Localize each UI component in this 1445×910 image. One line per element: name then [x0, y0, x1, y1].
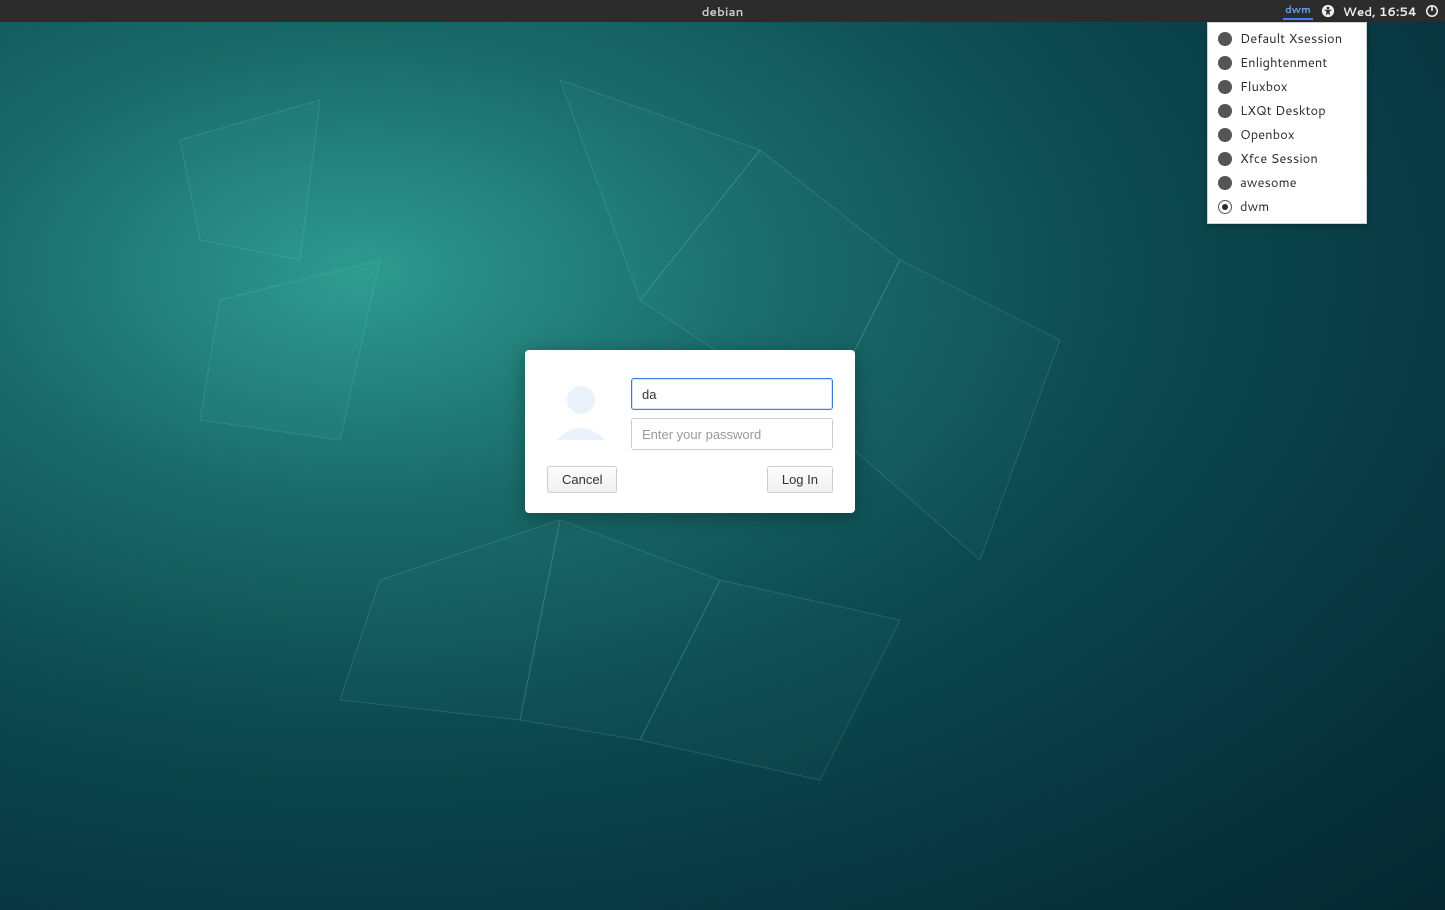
power-icon[interactable] — [1425, 4, 1439, 18]
session-item-openbox[interactable]: Openbox — [1208, 123, 1366, 147]
session-item-enlightenment[interactable]: Enlightenment — [1208, 51, 1366, 75]
radio-icon — [1218, 104, 1232, 118]
session-item-label: Fluxbox — [1240, 78, 1287, 96]
clock-label[interactable]: Wed, 16:54 — [1343, 3, 1417, 20]
username-input[interactable] — [631, 378, 833, 410]
session-item-label: Xfce Session — [1240, 150, 1318, 168]
session-item-label: dwm — [1240, 198, 1269, 216]
login-dialog: Cancel Log In — [525, 350, 855, 513]
session-item-lxqt-desktop[interactable]: LXQt Desktop — [1208, 99, 1366, 123]
cancel-button[interactable]: Cancel — [547, 466, 617, 493]
radio-icon — [1218, 32, 1232, 46]
accessibility-icon[interactable] — [1321, 4, 1335, 18]
radio-icon — [1218, 128, 1232, 142]
radio-icon — [1218, 56, 1232, 70]
session-item-label: awesome — [1240, 174, 1297, 192]
avatar-icon — [547, 378, 615, 446]
session-item-label: LXQt Desktop — [1240, 102, 1326, 120]
session-item-xfce-session[interactable]: Xfce Session — [1208, 147, 1366, 171]
radio-icon — [1218, 200, 1232, 214]
session-item-fluxbox[interactable]: Fluxbox — [1208, 75, 1366, 99]
radio-icon — [1218, 80, 1232, 94]
session-item-default-xsession[interactable]: Default Xsession — [1208, 27, 1366, 51]
login-button[interactable]: Log In — [767, 466, 833, 493]
radio-icon — [1218, 176, 1232, 190]
session-menu: Default Xsession Enlightenment Fluxbox LXQt… — [1207, 22, 1367, 224]
session-selector[interactable]: dwm — [1283, 3, 1313, 20]
radio-icon — [1218, 152, 1232, 166]
hostname-label: debian — [702, 3, 744, 20]
session-item-awesome[interactable]: awesome — [1208, 171, 1366, 195]
session-item-dwm[interactable]: dwm — [1208, 195, 1366, 219]
password-input[interactable] — [631, 418, 833, 450]
session-item-label: Enlightenment — [1240, 54, 1327, 72]
session-item-label: Openbox — [1240, 126, 1294, 144]
topbar: debian dwm Wed, 16:54 — [0, 0, 1445, 22]
session-item-label: Default Xsession — [1240, 30, 1342, 48]
